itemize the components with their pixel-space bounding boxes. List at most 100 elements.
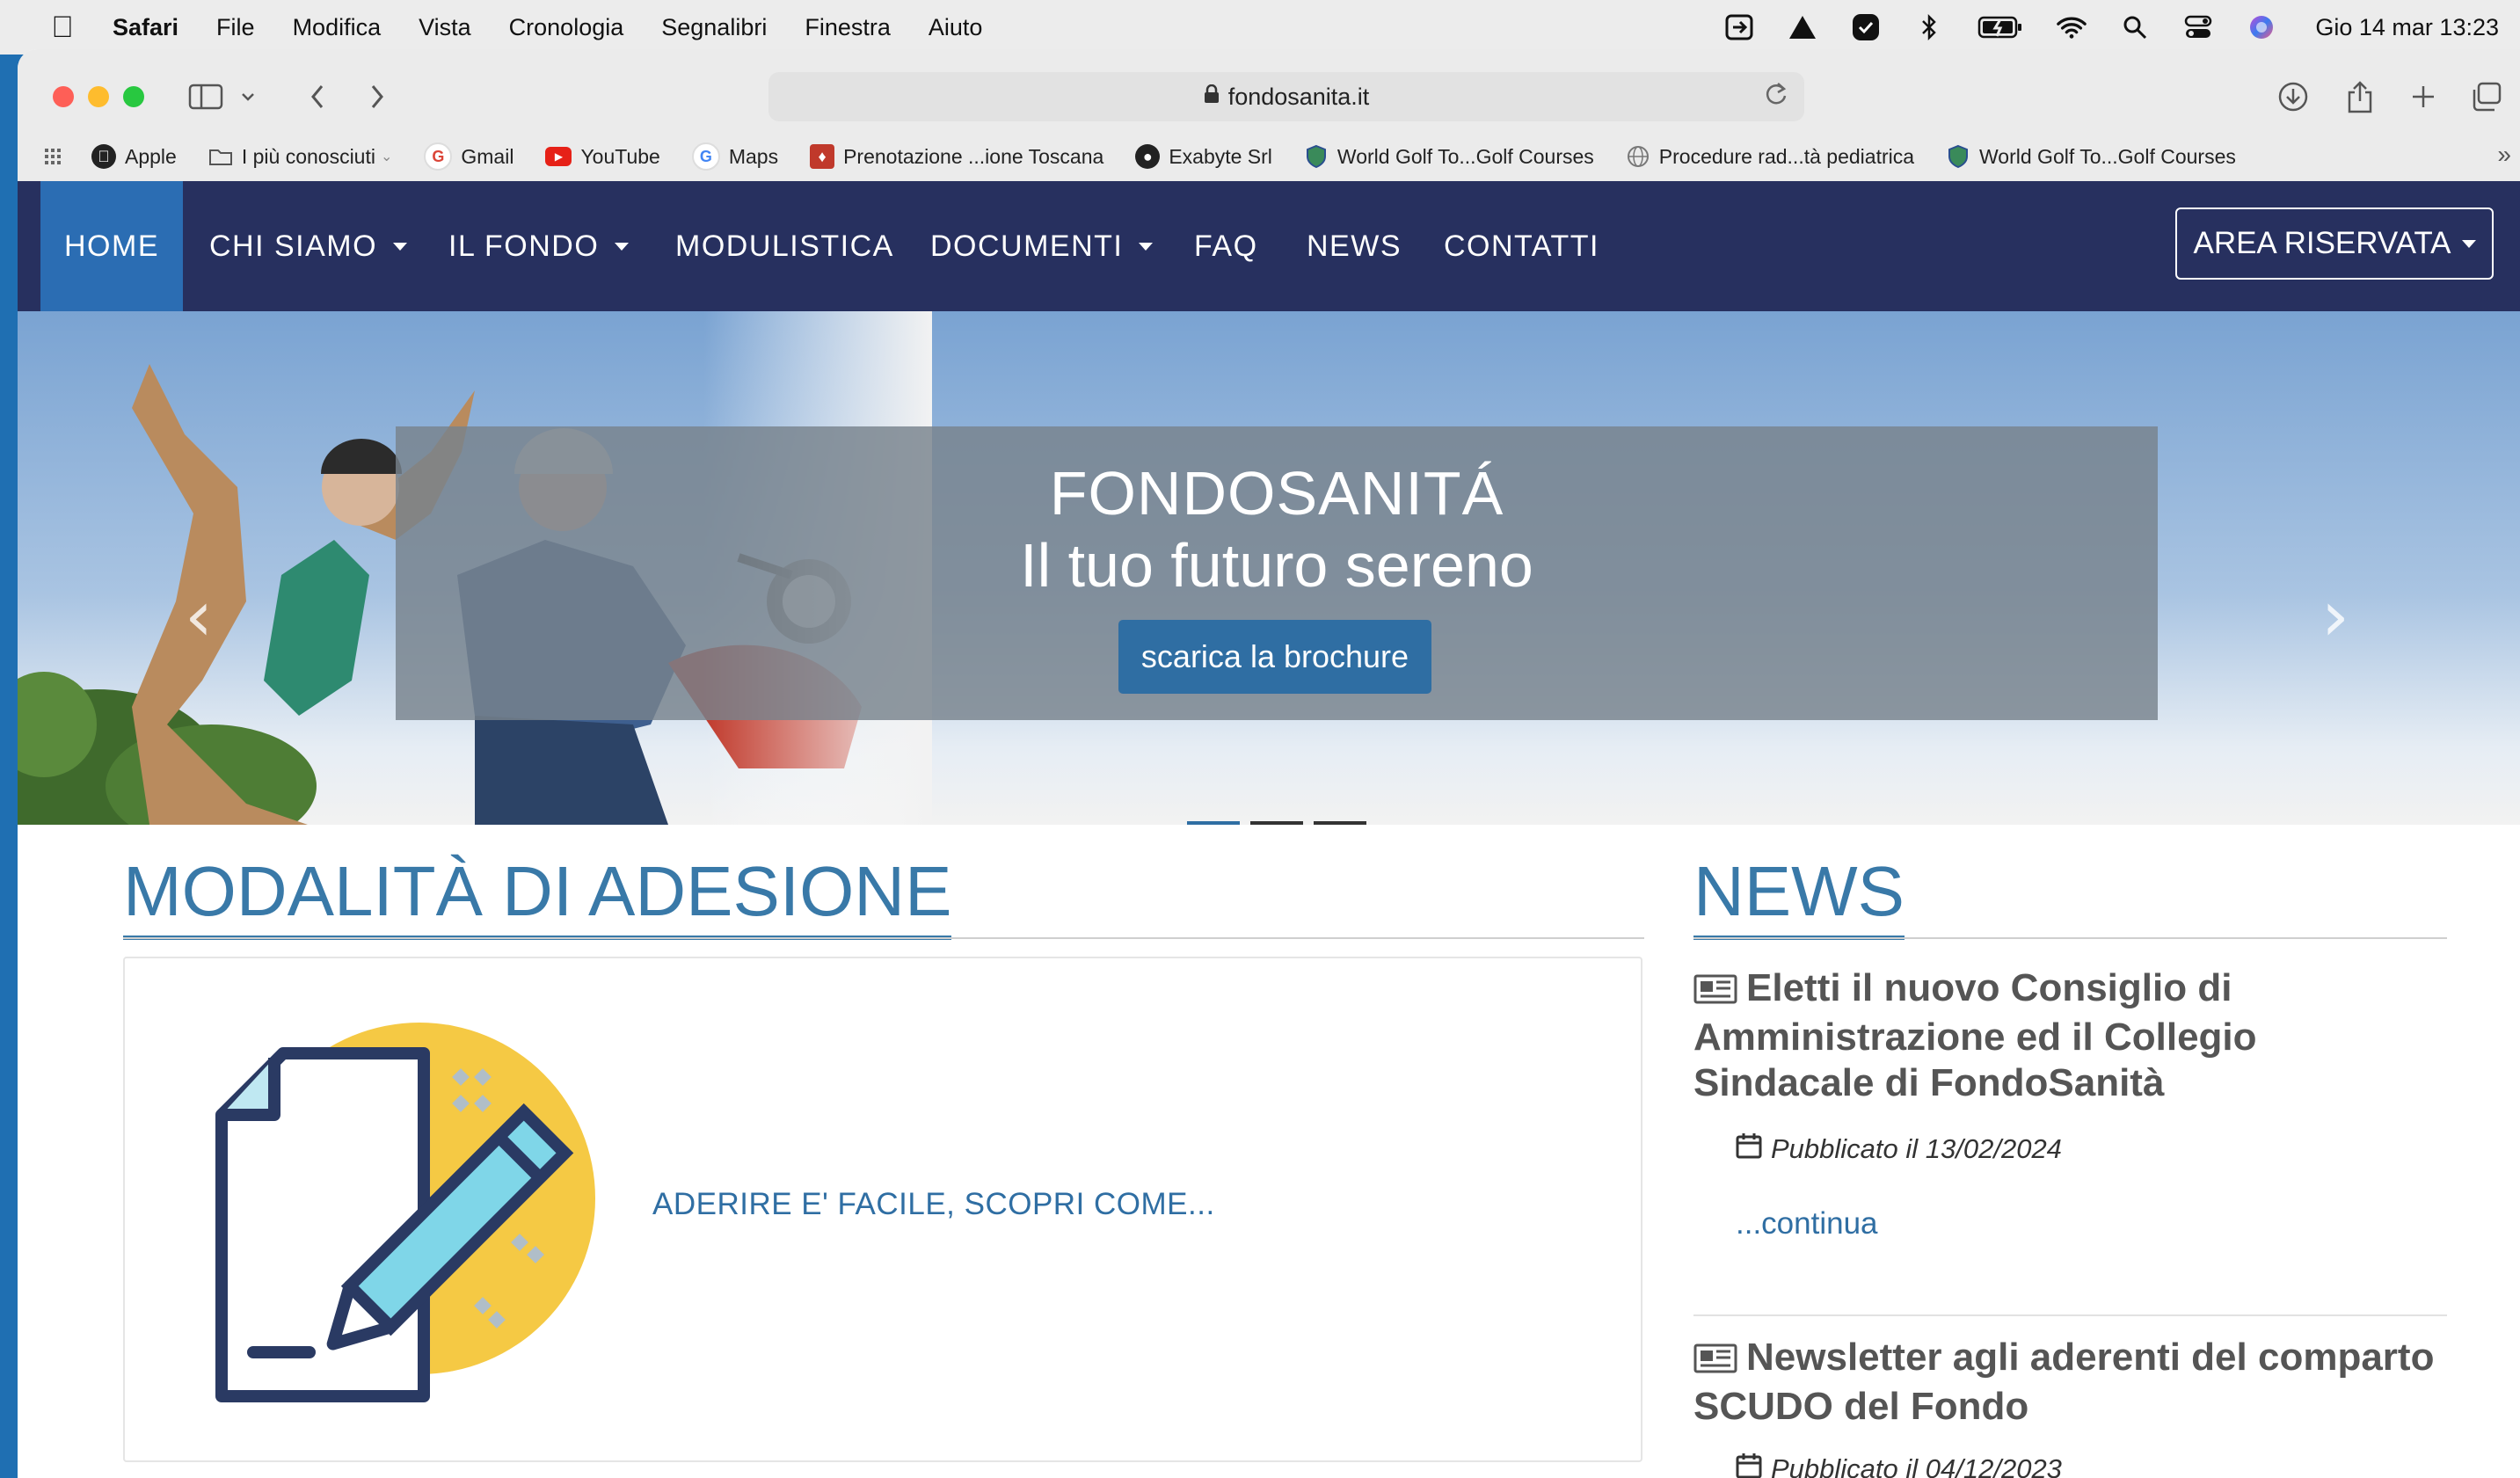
chevron-down-icon: ⌄: [380, 149, 393, 164]
google-icon: G: [424, 142, 453, 171]
nav-modulistica[interactable]: MODULISTICA: [675, 181, 894, 311]
exabyte-icon: ●: [1135, 144, 1161, 169]
back-icon[interactable]: [304, 77, 331, 116]
bookmark-label: YouTube: [580, 144, 660, 168]
bookmark-world-golf-1[interactable]: World Golf To...Golf Courses: [1304, 144, 1594, 169]
bookmark-label: Maps: [728, 144, 779, 168]
site-navbar: HOME CHI SIAMO IL FONDO MODULISTICA DOCU…: [18, 181, 2520, 311]
nav-chi-siamo[interactable]: CHI SIAMO: [209, 181, 408, 311]
bookmark-youtube[interactable]: ▶ YouTube: [545, 144, 660, 169]
news-item-date: Pubblicato il 13/02/2024: [1736, 1132, 2447, 1166]
address-bar[interactable]: fondosanita.it: [768, 72, 1804, 121]
forward-icon[interactable]: [364, 77, 390, 116]
hero-caption: FONDOSANITÁ Il tuo futuro sereno scarica…: [396, 426, 2158, 720]
bookmark-gmail[interactable]: G Gmail: [424, 142, 513, 171]
menu-segnalibri[interactable]: Segnalibri: [661, 14, 767, 41]
nav-chi-siamo-label: CHI SIAMO: [209, 229, 378, 263]
menu-finestra[interactable]: Finestra: [805, 14, 891, 41]
menu-file[interactable]: File: [216, 14, 255, 41]
menu-aiuto[interactable]: Aiuto: [929, 14, 983, 41]
safari-window: fondosanita.it  Apple: [18, 49, 2520, 1478]
bookmark-exabyte[interactable]: ● Exabyte Srl: [1135, 144, 1272, 169]
shield-icon: [1304, 144, 1329, 169]
shield-icon: [1946, 144, 1970, 169]
modalita-card: ADERIRE E' FACILE, SCOPRI COME...: [123, 957, 1642, 1462]
bluetooth-icon[interactable]: [1914, 13, 1944, 41]
bookmarks-grid-icon[interactable]: [44, 147, 67, 166]
news-item-title[interactable]: Newsletter agli aderenti del comparto SC…: [1693, 1335, 2447, 1430]
carousel-next-icon[interactable]: ›: [2321, 575, 2349, 657]
spotlight-icon[interactable]: [2120, 14, 2150, 40]
divider: [1693, 1314, 2447, 1316]
browser-toolbar: fondosanita.it  Apple: [18, 49, 2520, 182]
bookmark-apple[interactable]:  Apple: [91, 144, 177, 169]
nav-documenti[interactable]: DOCUMENTI: [930, 181, 1154, 311]
share-icon[interactable]: [2341, 77, 2379, 116]
drive-icon[interactable]: [1788, 14, 1817, 40]
caret-down-icon: [1139, 242, 1154, 251]
divider: [123, 937, 1644, 939]
favorites-bar:  Apple I più conosciuti ⌄ G Gmail ▶ You…: [44, 137, 2268, 176]
lock-icon: [1204, 84, 1220, 109]
nav-il-fondo[interactable]: IL FONDO: [448, 181, 630, 311]
calendar-icon: [1736, 1453, 1762, 1478]
hero-subtitle: Il tuo futuro sereno: [1020, 531, 1533, 600]
close-window-button[interactable]: [53, 86, 74, 107]
nav-documenti-label: DOCUMENTI: [930, 229, 1124, 263]
downloads-icon[interactable]: [2274, 77, 2312, 116]
bookmark-world-golf-2[interactable]: World Golf To...Golf Courses: [1946, 144, 2236, 169]
menu-cronologia[interactable]: Cronologia: [509, 14, 624, 41]
bookmark-label: Procedure rad...tà pediatrica: [1658, 144, 1915, 168]
screen-share-icon[interactable]: [1724, 14, 1754, 40]
reload-icon[interactable]: [1764, 81, 1788, 114]
news-heading: NEWS: [1693, 851, 1905, 940]
status-area: Gio 14 mar 13:23: [1724, 14, 2499, 41]
chevron-double-right-icon[interactable]: »: [2497, 141, 2511, 169]
main-content: MODALITÀ DI ADESIONE ADERIRE E' FACILE, …: [18, 825, 2520, 1478]
bookmark-prenotazione-toscana[interactable]: ♦ Prenotazione ...ione Toscana: [810, 144, 1103, 169]
menu-vista[interactable]: Vista: [419, 14, 471, 41]
sidebar-toggle-icon[interactable]: [186, 77, 225, 116]
area-riservata-dropdown[interactable]: AREA RISERVATA: [2175, 208, 2494, 280]
nav-modulistica-label: MODULISTICA: [675, 229, 894, 263]
tab-overview-icon[interactable]: [2467, 77, 2506, 116]
youtube-icon: ▶: [545, 147, 572, 166]
carousel-prev-icon[interactable]: ‹: [185, 575, 213, 657]
nav-faq[interactable]: FAQ: [1194, 181, 1258, 311]
zoom-window-button[interactable]: [123, 86, 144, 107]
battery-icon[interactable]: [1977, 14, 2023, 40]
apple-menu-icon[interactable]: : [49, 11, 76, 45]
download-brochure-button[interactable]: scarica la brochure: [1118, 620, 1431, 694]
menu-modifica[interactable]: Modifica: [293, 14, 382, 41]
bookmark-label: Gmail: [461, 144, 514, 168]
control-center-icon[interactable]: [2183, 14, 2213, 40]
caret-down-icon: [2461, 239, 2476, 248]
bookmark-label: I più conosciuti: [241, 144, 375, 168]
macos-menu-bar:  Safari File Modifica Vista Cronologia …: [0, 0, 2520, 55]
wifi-icon[interactable]: [2057, 14, 2087, 40]
siri-icon[interactable]: [2247, 14, 2276, 40]
bookmark-procedure-pediatrica[interactable]: Procedure rad...tà pediatrica: [1626, 144, 1914, 169]
menu-app-safari[interactable]: Safari: [113, 14, 178, 41]
minimize-window-button[interactable]: [88, 86, 109, 107]
menubar-clock[interactable]: Gio 14 mar 13:23: [2315, 14, 2499, 41]
news-item-date: Pubblicato il 04/12/2023: [1736, 1453, 2447, 1478]
calendar-icon: [1736, 1132, 1762, 1166]
news-item-title-text: Newsletter agli aderenti del comparto SC…: [1693, 1336, 2435, 1428]
aderire-link[interactable]: ADERIRE E' FACILE, SCOPRI COME...: [652, 1187, 1215, 1222]
news-continua-link[interactable]: ...continua: [1736, 1206, 2447, 1241]
newspaper-icon: [1693, 969, 1737, 1015]
nav-home-label: HOME: [64, 229, 159, 263]
chevron-down-icon[interactable]: [237, 77, 259, 116]
nav-news-label: NEWS: [1307, 229, 1402, 263]
nav-contatti[interactable]: CONTATTI: [1444, 181, 1599, 311]
checklist-icon[interactable]: [1851, 14, 1881, 40]
news-item-title[interactable]: Eletti il nuovo Consiglio di Amministraz…: [1693, 965, 2447, 1106]
bookmark-maps[interactable]: G Maps: [691, 142, 779, 171]
bookmark-folder-popular[interactable]: I più conosciuti ⌄: [208, 144, 393, 169]
new-tab-icon[interactable]: [2404, 77, 2443, 116]
divider: [1693, 937, 2447, 939]
nav-news[interactable]: NEWS: [1307, 181, 1402, 311]
nav-home[interactable]: HOME: [40, 181, 183, 311]
caret-down-icon: [393, 242, 408, 251]
